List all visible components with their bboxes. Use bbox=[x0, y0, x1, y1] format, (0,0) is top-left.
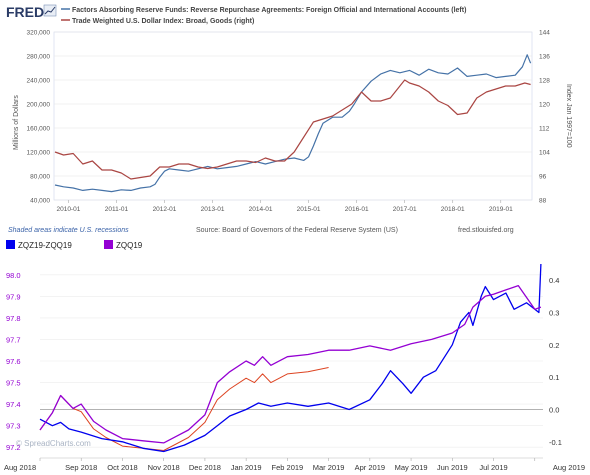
spread-left-tick-label: 97.4 bbox=[6, 400, 21, 409]
recession-note: Shaded areas indicate U.S. recessions bbox=[8, 227, 129, 234]
fred-left-tick-label: 320,000 bbox=[27, 30, 51, 37]
spread-x-tick-label: Aug 2018 bbox=[4, 463, 36, 472]
spread-x-tick-label: Apr 2019 bbox=[355, 463, 385, 472]
fred-logo[interactable]: FRED bbox=[6, 4, 44, 20]
spread-left-tick-label: 97.7 bbox=[6, 335, 21, 344]
spread-right-tick-label: 0.0 bbox=[549, 406, 559, 415]
fred-right-tick-label: 120 bbox=[539, 102, 550, 109]
spread-x-tick-label: Dec 2018 bbox=[189, 463, 221, 472]
chart-canvas: FRED Factors Absorbing Reserve Funds: Re… bbox=[0, 0, 590, 475]
fred-panel: FRED Factors Absorbing Reserve Funds: Re… bbox=[0, 0, 590, 237]
spreadcharts-panel: ZQZ19-ZQQ19 ZQQ19 97.297.397.497.597.697… bbox=[0, 237, 590, 475]
fred-right-axis-title: Index Jan 1997=100 bbox=[565, 84, 572, 148]
spread-x-tick-label: Nov 2018 bbox=[148, 463, 180, 472]
spread-left-tick-label: 97.5 bbox=[6, 379, 21, 388]
fred-x-tick-label: 2016-01 bbox=[345, 206, 369, 213]
legend-swatch-zqq19[interactable] bbox=[104, 240, 113, 249]
legend-label-zqq19: ZQQ19 bbox=[116, 241, 143, 250]
spread-right-tick-label: 0.1 bbox=[549, 373, 559, 382]
legend-label-dollar: Trade Weighted U.S. Dollar Index: Broad,… bbox=[72, 18, 254, 25]
fred-right-tick-label: 136 bbox=[539, 54, 550, 61]
spread-left-tick-label: 98.0 bbox=[6, 271, 21, 280]
spread-x-tick-label: Sep 2018 bbox=[65, 463, 97, 472]
fred-right-tick-label: 88 bbox=[539, 198, 547, 205]
fred-right-tick-label: 128 bbox=[539, 78, 550, 85]
fred-x-tick-label: 2015-01 bbox=[297, 206, 321, 213]
spread-left-tick-label: 97.6 bbox=[6, 357, 21, 366]
fred-x-tick-label: 2011-01 bbox=[105, 206, 129, 213]
fred-right-tick-label: 96 bbox=[539, 174, 547, 181]
spread-right-tick-label: 0.2 bbox=[549, 341, 559, 350]
fred-left-tick-label: 280,000 bbox=[27, 54, 51, 61]
spread-right-tick-label: 0.4 bbox=[549, 276, 559, 285]
legend-label-zqz19-zqq19: ZQZ19-ZQQ19 bbox=[18, 241, 72, 250]
spread-left-tick-label: 97.3 bbox=[6, 422, 21, 431]
spread-x-tick-label: May 2019 bbox=[395, 463, 428, 472]
spread-x-tick-label: Jun 2019 bbox=[437, 463, 468, 472]
fred-left-tick-label: 240,000 bbox=[27, 78, 51, 85]
spread-x-tick-label: Aug 2019 bbox=[553, 463, 585, 472]
spread-right-tick-label: 0.3 bbox=[549, 309, 559, 318]
fred-left-tick-label: 40,000 bbox=[30, 198, 50, 205]
fred-right-tick-label: 104 bbox=[539, 150, 550, 157]
source-text: Source: Board of Governors of the Federa… bbox=[196, 227, 398, 234]
fred-right-tick-label: 112 bbox=[539, 126, 550, 133]
fred-x-tick-label: 2014-01 bbox=[249, 206, 273, 213]
spread-left-tick-label: 97.8 bbox=[6, 314, 21, 323]
fred-left-tick-label: 120,000 bbox=[27, 150, 51, 157]
fred-x-tick-label: 2017-01 bbox=[393, 206, 417, 213]
legend-swatch-zqz19-zqq19[interactable] bbox=[6, 240, 15, 249]
fred-left-tick-label: 200,000 bbox=[27, 102, 51, 109]
spread-x-tick-label: Feb 2019 bbox=[272, 463, 304, 472]
fred-left-axis-title: Millions of Dollars bbox=[13, 95, 20, 150]
fred-logo-chart-icon bbox=[43, 4, 57, 17]
spreadcharts-watermark: © SpreadCharts.com bbox=[16, 439, 91, 448]
spread-x-tick-label: Mar 2019 bbox=[313, 463, 345, 472]
legend-label-rrp: Factors Absorbing Reserve Funds: Reverse… bbox=[72, 7, 466, 14]
spread-x-tick-label: Oct 2018 bbox=[107, 463, 137, 472]
spread-left-tick-label: 97.9 bbox=[6, 292, 21, 301]
fred-x-tick-label: 2013-01 bbox=[201, 206, 225, 213]
fred-site-link[interactable]: fred.stlouisfed.org bbox=[458, 227, 514, 234]
fred-left-tick-label: 80,000 bbox=[30, 174, 50, 181]
fred-x-tick-label: 2018-01 bbox=[441, 206, 465, 213]
fred-right-tick-label: 144 bbox=[539, 30, 550, 37]
fred-left-tick-label: 160,000 bbox=[27, 126, 51, 133]
spread-x-tick-label: Jan 2019 bbox=[231, 463, 262, 472]
fred-x-tick-label: 2019-01 bbox=[489, 206, 513, 213]
spread-left-axis: 97.297.397.497.597.697.797.897.998.0 bbox=[6, 271, 21, 452]
fred-plot-area bbox=[53, 31, 533, 201]
fred-x-tick-label: 2010-01 bbox=[56, 206, 80, 213]
spread-x-tick-label: Jul 2019 bbox=[479, 463, 507, 472]
fred-x-tick-label: 2012-01 bbox=[153, 206, 177, 213]
spread-right-tick-label: -0.1 bbox=[549, 438, 562, 447]
